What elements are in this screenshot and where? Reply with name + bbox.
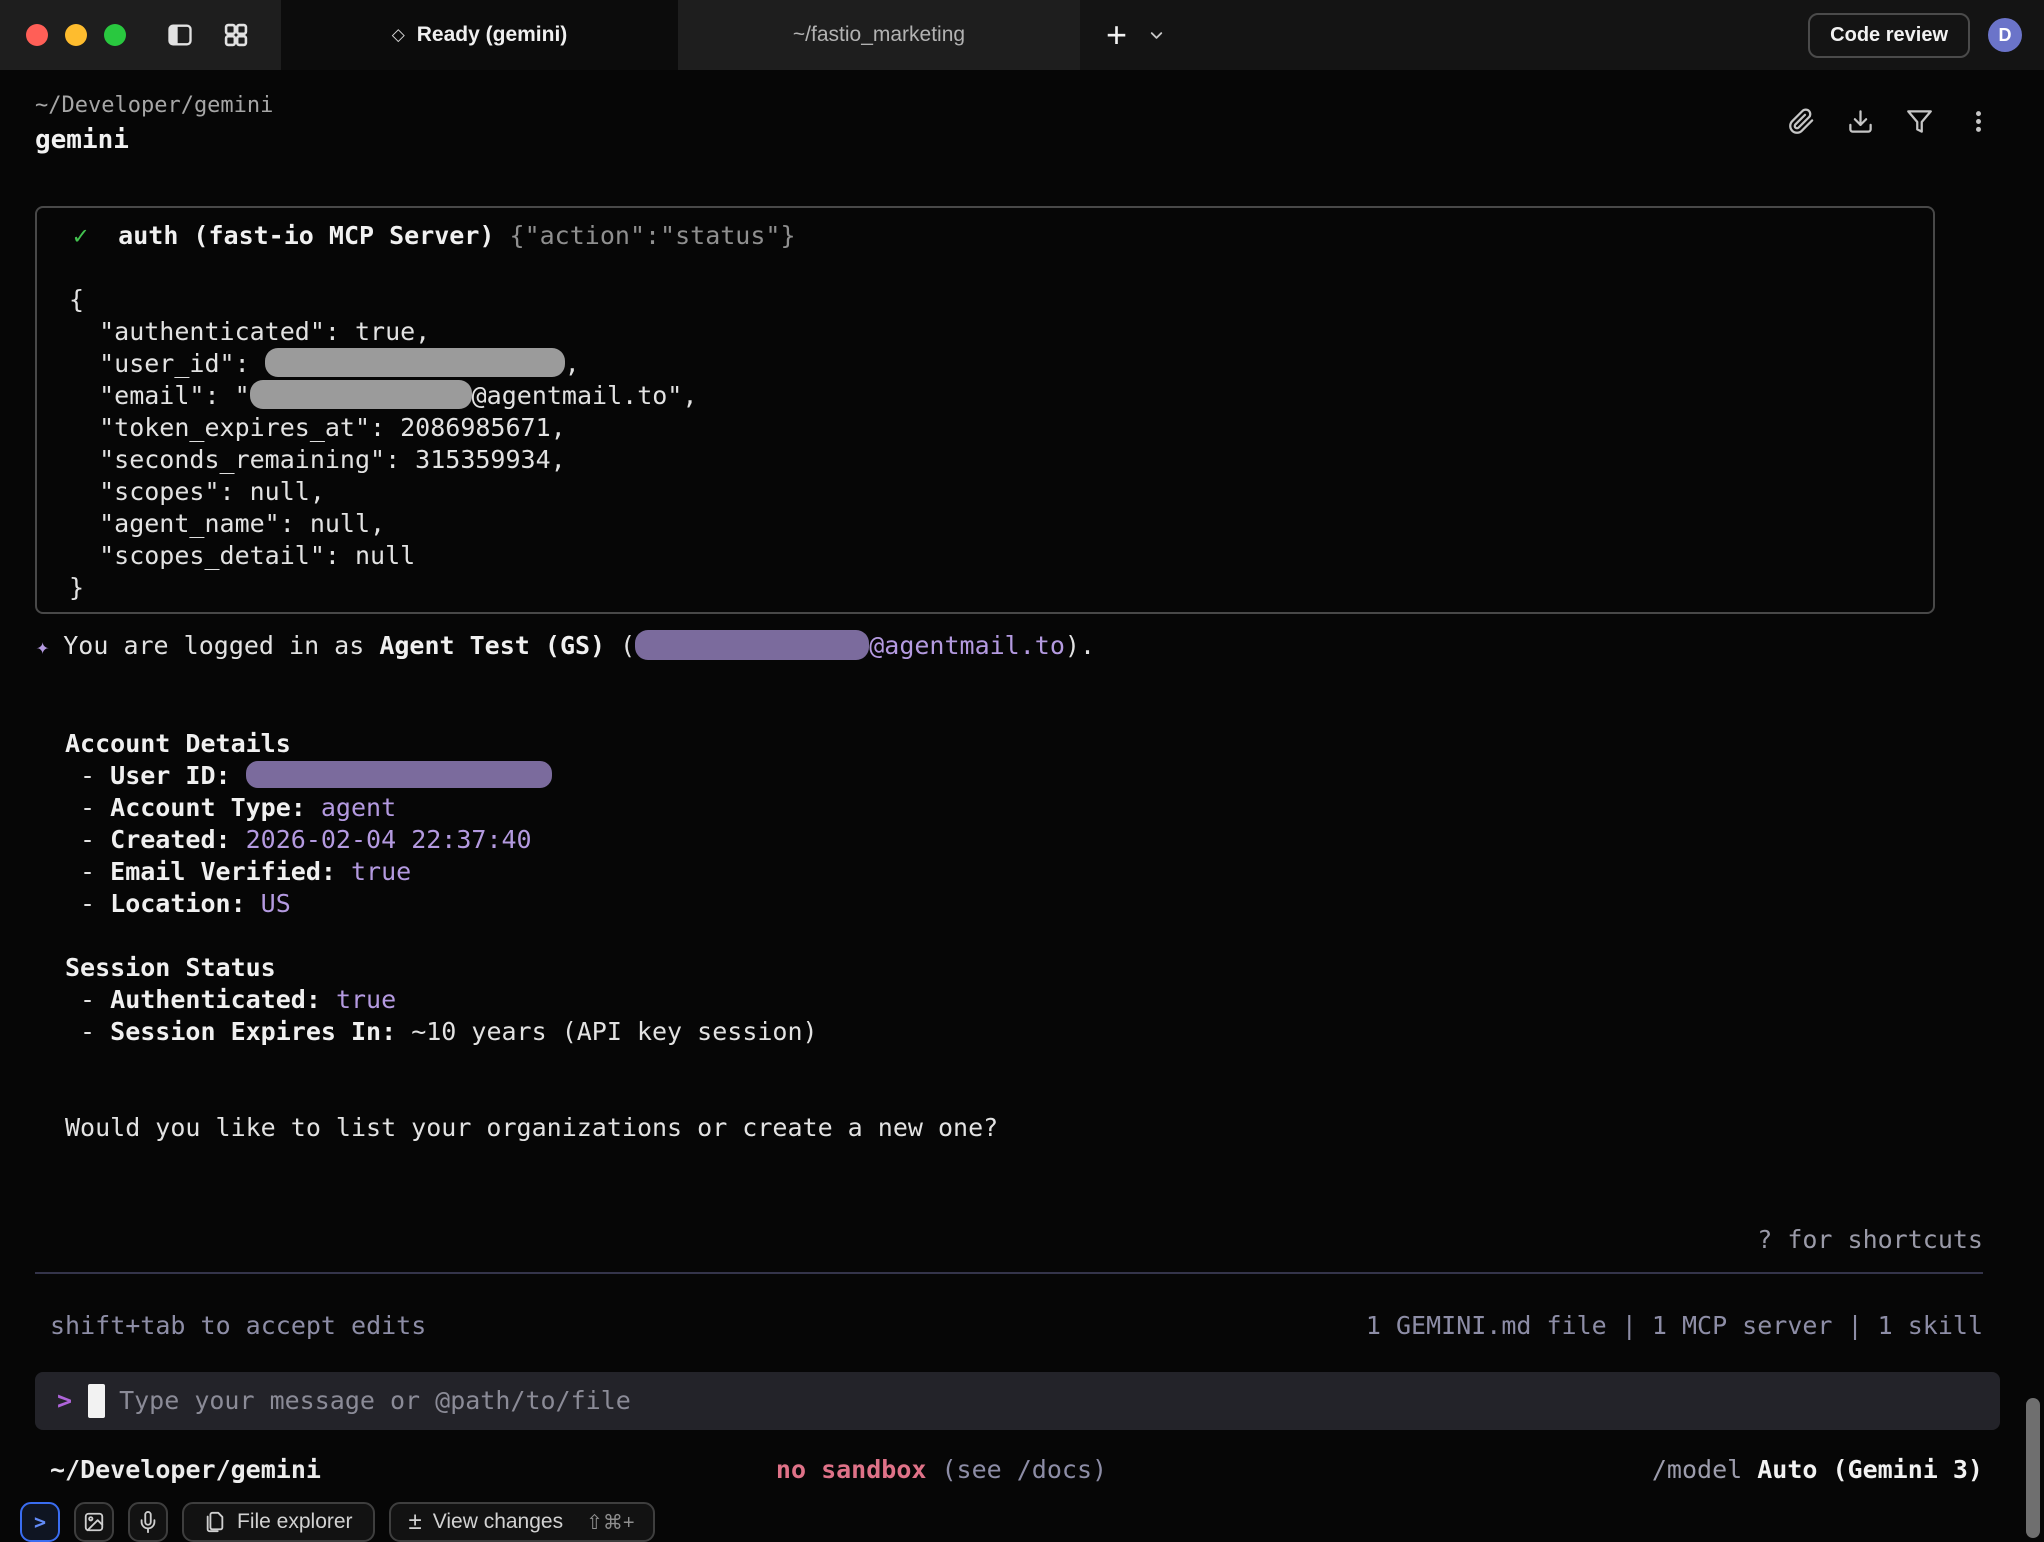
tab-label: ~/fastio_marketing <box>793 23 965 47</box>
json-line: "token_expires_at": 2086985671, <box>37 412 1933 444</box>
tab-strip: + Code review D <box>1080 0 2044 70</box>
plus-minus-icon: ± <box>409 1510 422 1534</box>
attach-image-button[interactable] <box>74 1502 114 1542</box>
model-name: Auto (Gemini 3) <box>1757 1455 1983 1484</box>
json-line: } <box>37 572 1933 604</box>
scrollbar-thumb[interactable] <box>2026 1398 2040 1538</box>
json-line: "seconds_remaining": 315359934, <box>37 444 1933 476</box>
sparkle-icon: ✦ <box>36 635 49 660</box>
json-line: "email": "@agentmail.to", <box>37 380 1933 412</box>
tab-ready-gemini[interactable]: ◇ Ready (gemini) <box>281 0 678 70</box>
tab-fastio-marketing[interactable]: ~/fastio_marketing <box>678 0 1080 70</box>
tab-list-chevron-icon[interactable] <box>1147 26 1166 45</box>
redacted-account-user-id-pill <box>246 761 552 788</box>
session-header: ~/Developer/gemini gemini <box>0 70 2044 154</box>
sidebar-toggle-icon[interactable] <box>166 21 194 49</box>
prompt-icon: > <box>57 1385 72 1417</box>
terminal-output: ✓ auth (fast-io MCP Server) {"action":"s… <box>0 206 2044 1486</box>
download-icon[interactable] <box>1847 108 1874 135</box>
new-tab-button[interactable]: + <box>1106 5 1127 65</box>
tab-status-diamond-icon: ◇ <box>392 25 405 45</box>
file-explorer-button[interactable]: File explorer <box>182 1502 375 1542</box>
json-line: "agent_name": null, <box>37 508 1933 540</box>
redacted-email-pill <box>250 380 472 409</box>
view-changes-button[interactable]: ± View changes ⇧⌘+ <box>389 1502 655 1542</box>
cwd-label: ~/Developer/gemini <box>50 1454 321 1486</box>
email-domain: @agentmail.to <box>869 631 1065 660</box>
account-details-heading: Account Details <box>65 728 2044 760</box>
account-details-section: Account Details - User ID: - Account Typ… <box>65 728 2044 920</box>
account-row: - Email Verified: true <box>65 856 2044 888</box>
terminal-mode-button[interactable]: > <box>20 1502 60 1542</box>
shortcuts-hint: ? for shortcuts <box>0 1224 1983 1256</box>
session-status-section: Session Status - Authenticated: true - S… <box>65 952 2044 1048</box>
file-explorer-label: File explorer <box>237 1510 353 1534</box>
account-row: - Account Type: agent <box>65 792 2044 824</box>
tool-call-result-box: ✓ auth (fast-io MCP Server) {"action":"s… <box>35 206 1935 614</box>
context-stats: 1 GEMINI.md file | 1 MCP server | 1 skil… <box>1366 1310 1983 1342</box>
json-line: "user_id": , <box>37 348 1933 380</box>
context-status-row: shift+tab to accept edits 1 GEMINI.md fi… <box>50 1310 1983 1342</box>
close-window-button[interactable] <box>26 24 48 46</box>
zoom-window-button[interactable] <box>104 24 126 46</box>
code-review-button[interactable]: Code review <box>1808 13 1970 58</box>
terminal-prompt-icon: > <box>34 1510 46 1534</box>
microphone-button[interactable] <box>128 1502 168 1542</box>
account-row: - Created: 2026-02-04 22:37:40 <box>65 824 2044 856</box>
microphone-icon <box>137 1511 159 1533</box>
window-tab-bar: ◇ Ready (gemini) ~/fastio_marketing + Co… <box>0 0 2044 70</box>
files-icon <box>204 1511 226 1533</box>
account-row: - Location: US <box>65 888 2044 920</box>
grid-view-icon[interactable] <box>222 21 250 49</box>
agent-name: Agent Test (GS) <box>379 631 605 660</box>
input-placeholder: Type your message or @path/to/file <box>119 1385 631 1417</box>
bottom-toolbar: > File explorer ± View <box>20 1502 2044 1542</box>
image-icon <box>83 1511 105 1533</box>
window-controls-block <box>0 0 281 70</box>
message-input[interactable]: > Type your message or @path/to/file <box>35 1372 2000 1430</box>
accept-edits-hint: shift+tab to accept edits <box>50 1310 426 1342</box>
avatar[interactable]: D <box>1988 18 2022 52</box>
model-status: /model Auto (Gemini 3) <box>1652 1454 1983 1486</box>
success-check-icon: ✓ <box>73 221 88 250</box>
redacted-login-email-pill <box>635 630 869 660</box>
attachment-icon[interactable] <box>1788 108 1815 135</box>
traffic-lights <box>26 24 126 46</box>
cli-status-bar: ~/Developer/gemini no sandbox (see /docs… <box>50 1454 1983 1486</box>
json-line: "scopes_detail": null <box>37 540 1933 572</box>
view-changes-shortcut: ⇧⌘+ <box>586 1510 634 1535</box>
tab-label: Ready (gemini) <box>417 23 568 47</box>
session-row: - Authenticated: true <box>65 984 2044 1016</box>
json-line: { <box>37 284 1933 316</box>
minimize-window-button[interactable] <box>65 24 87 46</box>
assistant-question: Would you like to list your organization… <box>65 1112 2044 1144</box>
filter-icon[interactable] <box>1906 108 1933 135</box>
view-changes-label: View changes <box>433 1510 563 1534</box>
sandbox-status: no sandbox (see /docs) <box>776 1454 1107 1486</box>
text-cursor <box>88 1384 105 1418</box>
session-row: - Session Expires In: ~10 years (API key… <box>65 1016 2044 1048</box>
divider <box>35 1272 1983 1274</box>
tool-call-args: {"action":"status"} <box>510 221 796 250</box>
tool-call-name: auth (fast-io MCP Server) <box>118 221 494 250</box>
json-line: "authenticated": true, <box>37 316 1933 348</box>
working-directory-path: ~/Developer/gemini <box>35 94 2044 118</box>
redacted-user-id-pill <box>265 348 565 377</box>
account-user-id-row: - User ID: <box>65 760 2044 792</box>
tool-call-header: ✓ auth (fast-io MCP Server) {"action":"s… <box>37 220 1933 252</box>
json-line: "scopes": null, <box>37 476 1933 508</box>
kebab-menu-icon[interactable] <box>1965 108 1992 135</box>
page-title: gemini <box>35 126 2044 154</box>
login-status-line: ✦You are logged in as Agent Test (GS) (@… <box>36 630 2044 664</box>
session-status-heading: Session Status <box>65 952 2044 984</box>
